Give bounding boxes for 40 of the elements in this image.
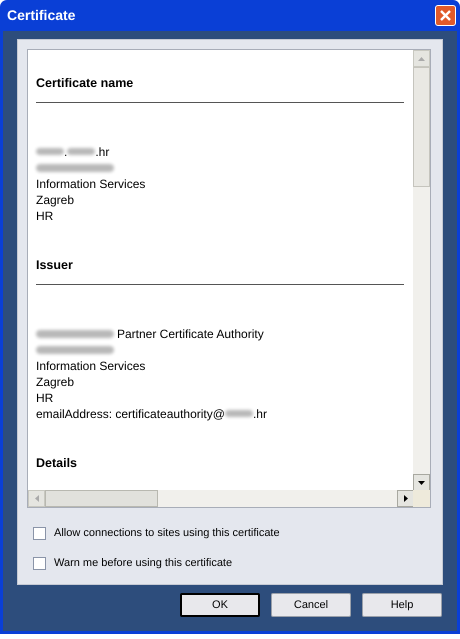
dialog-button[interactable]: Cancel: [271, 593, 351, 617]
dialog-button[interactable]: OK: [180, 593, 260, 617]
right-arrow-icon: [404, 495, 408, 502]
window-title: Certificate: [7, 6, 76, 25]
detail-text: Zagreb: [36, 192, 74, 208]
checkbox-label: Warn me before using this certificate: [54, 556, 232, 571]
detail-text: Information Services: [36, 176, 146, 192]
section-heading: Details: [36, 456, 77, 470]
close-icon: [440, 10, 451, 21]
scroll-down-button[interactable]: [413, 474, 430, 491]
detail-text: Partner Certificate Authority: [117, 326, 264, 342]
dialog-button[interactable]: Help: [362, 593, 442, 617]
detail-text: emailAddress: certificateauthority@: [36, 406, 225, 422]
section-heading: Issuer: [36, 258, 73, 272]
detail-text: .: [64, 144, 68, 160]
scroll-thumb[interactable]: [413, 67, 430, 187]
detail-text: HR: [36, 208, 54, 224]
scroll-corner: [413, 490, 430, 507]
checkbox[interactable]: [33, 526, 46, 540]
scroll-up-button[interactable]: [413, 50, 430, 67]
section-heading: Certificate name: [36, 76, 134, 90]
scroll-thumb[interactable]: [45, 490, 158, 507]
scroll-left-button[interactable]: [28, 490, 45, 507]
detail-text: .hr: [95, 144, 110, 160]
detail-text: HR: [36, 390, 54, 406]
horizontal-scrollbar[interactable]: [28, 490, 414, 507]
detail-text: .hr: [252, 406, 267, 422]
up-arrow-icon: [418, 56, 425, 60]
checkbox[interactable]: [33, 556, 46, 570]
down-arrow-icon: [418, 480, 425, 484]
redacted-blur: [36, 148, 64, 156]
vertical-scrollbar[interactable]: [413, 50, 430, 491]
checkbox-label: Allow connections to sites using this certificate: [54, 526, 280, 541]
redacted-blur: [224, 410, 253, 417]
scroll-right-button[interactable]: [397, 490, 414, 507]
left-arrow-icon: [34, 495, 38, 502]
detail-text: Information Services: [36, 358, 146, 374]
redacted-blur: [67, 148, 96, 156]
close-button[interactable]: [435, 5, 456, 26]
detail-text: Zagreb: [36, 374, 74, 390]
